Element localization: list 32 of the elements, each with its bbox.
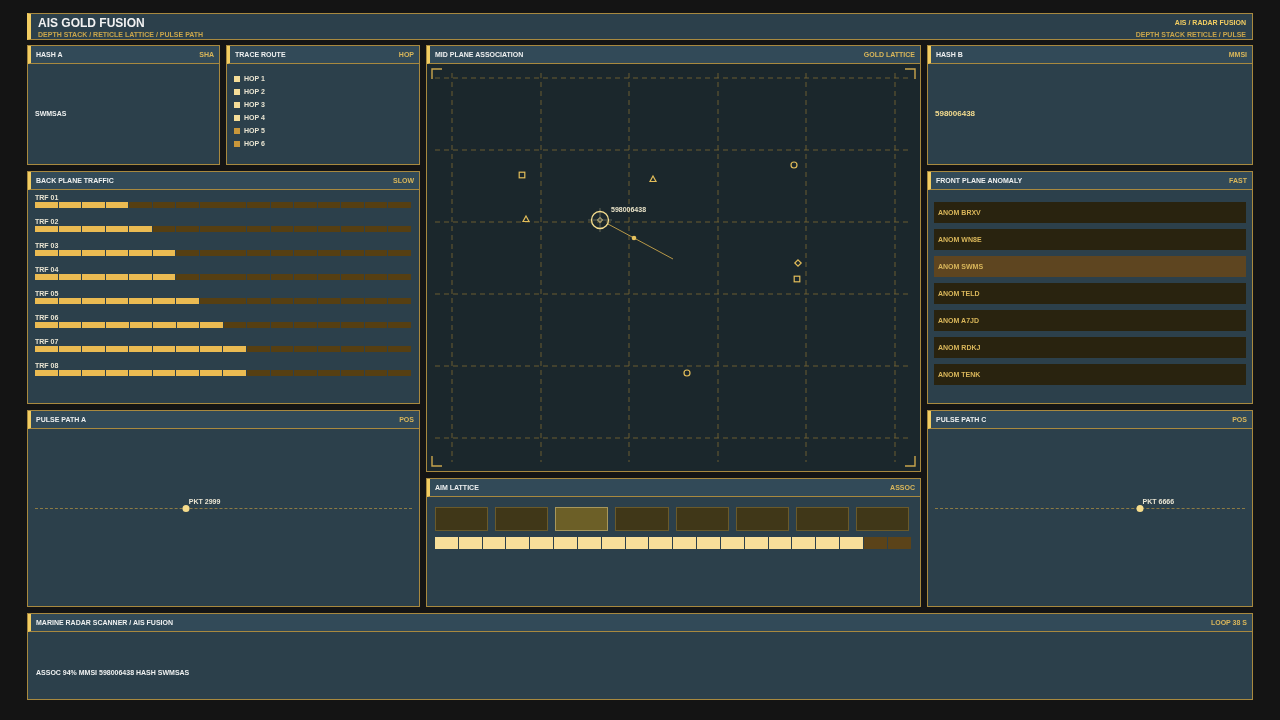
app-title: AIS GOLD FUSION — [38, 17, 146, 30]
hop-checkbox[interactable] — [234, 75, 240, 82]
diamond-marker-icon[interactable] — [793, 258, 803, 268]
heading-line — [607, 223, 674, 260]
hop-checkbox[interactable] — [234, 101, 240, 108]
lattice-tile[interactable] — [555, 507, 609, 531]
lattice-tile[interactable] — [615, 507, 669, 531]
circle-marker-icon[interactable] — [683, 369, 691, 377]
reticle-icon[interactable] — [587, 207, 613, 233]
pulse-marker-icon[interactable] — [1136, 505, 1144, 512]
corner-bracket-icon — [904, 455, 916, 467]
lattice-tile[interactable] — [855, 507, 909, 531]
triangle-marker-icon[interactable] — [522, 214, 530, 223]
hop-checkbox[interactable] — [234, 127, 240, 134]
triangle-marker-icon[interactable] — [649, 174, 657, 183]
lattice-tile[interactable] — [495, 507, 549, 531]
corner-bracket-icon — [431, 68, 443, 80]
hop-checkbox[interactable] — [234, 140, 240, 147]
circle-marker-icon[interactable] — [790, 161, 798, 169]
pulse-marker-icon[interactable] — [182, 505, 190, 512]
square-marker-icon[interactable] — [518, 171, 526, 179]
lattice-tile[interactable] — [675, 507, 729, 531]
hop-checkbox[interactable] — [234, 88, 240, 95]
hop-checkbox[interactable] — [234, 114, 240, 121]
hash-value: 598006438 — [935, 108, 976, 120]
corner-bracket-icon — [431, 455, 443, 467]
corner-bracket-icon — [904, 68, 916, 80]
lattice-tile[interactable] — [435, 507, 489, 531]
track-point-icon[interactable] — [631, 235, 637, 241]
lattice-tile[interactable] — [735, 507, 789, 531]
square-marker-icon[interactable] — [793, 275, 801, 283]
lattice-tile[interactable] — [795, 507, 849, 531]
